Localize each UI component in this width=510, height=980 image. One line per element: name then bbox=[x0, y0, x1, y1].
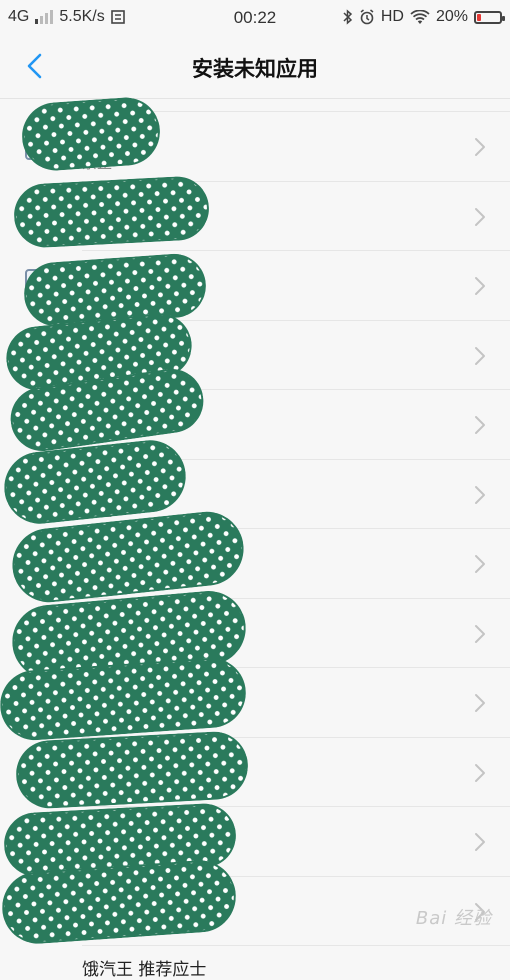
battery-percent: 20% bbox=[435, 8, 468, 25]
chevron-right-icon bbox=[475, 555, 485, 573]
redaction-mark bbox=[21, 251, 209, 329]
chevron-right-icon bbox=[475, 416, 485, 434]
wifi-icon bbox=[410, 9, 430, 24]
chevron-right-icon bbox=[475, 624, 485, 643]
battery-icon bbox=[474, 10, 505, 24]
chevron-right-icon bbox=[475, 207, 485, 226]
chevron-right-icon bbox=[475, 694, 485, 712]
status-bar: 4G 5.5K/s 00:22 HD 20% bbox=[0, 0, 510, 36]
redaction-mark bbox=[19, 95, 163, 173]
chevron-right-icon bbox=[475, 346, 485, 365]
hd-badge: HD bbox=[380, 8, 404, 25]
redaction-mark bbox=[12, 174, 211, 250]
chevron-right-icon bbox=[475, 277, 485, 295]
back-icon[interactable] bbox=[20, 50, 52, 82]
watermark-logo: Bai 经验 bbox=[415, 908, 492, 929]
redaction-mark bbox=[14, 729, 250, 811]
status-right: HD 20% bbox=[343, 8, 505, 26]
nav-bar: 安装未知应用 bbox=[0, 36, 510, 99]
chevron-right-icon bbox=[475, 763, 485, 782]
alarm-icon bbox=[360, 9, 374, 25]
chevron-right-icon bbox=[475, 833, 485, 851]
partial-app-name: 饿汽王 推荐应士 bbox=[82, 960, 207, 980]
chevron-right-icon bbox=[475, 138, 485, 156]
page-title: 安装未知应用 bbox=[192, 57, 318, 81]
bluetooth-icon bbox=[343, 9, 352, 25]
chevron-right-icon bbox=[475, 485, 485, 504]
battery-fill bbox=[477, 13, 481, 21]
